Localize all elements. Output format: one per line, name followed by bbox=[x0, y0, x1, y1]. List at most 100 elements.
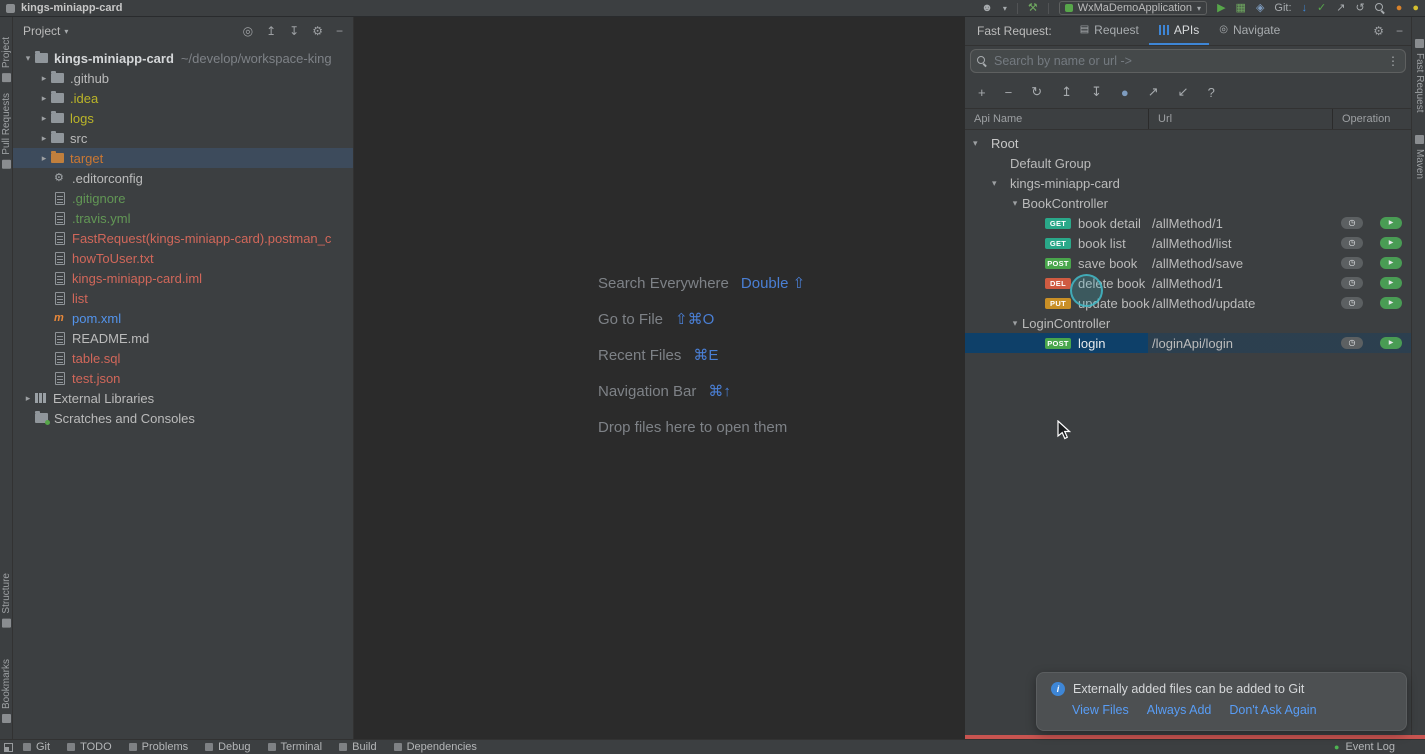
tree-row[interactable]: FastRequest(kings-miniapp-card).postman_… bbox=[13, 228, 353, 248]
stub-build[interactable]: Build bbox=[339, 741, 377, 753]
tree-row-external-libraries[interactable]: ▸ External Libraries bbox=[13, 388, 353, 408]
tree-row-scratches[interactable]: Scratches and Consoles bbox=[13, 408, 353, 428]
tree-row[interactable]: ▸ .github bbox=[13, 68, 353, 88]
refresh-button[interactable]: ↻ bbox=[1031, 84, 1042, 100]
git-commit-icon[interactable]: ✓ bbox=[1317, 2, 1326, 14]
tree-row[interactable]: kings-miniapp-card.iml bbox=[13, 268, 353, 288]
project-view-selector[interactable]: Project bbox=[23, 24, 60, 38]
sync-status-icon[interactable]: ● bbox=[1396, 2, 1403, 14]
api-tree-row-controller[interactable]: ▾ LoginController bbox=[965, 313, 1411, 333]
send-request-button[interactable]: ▶ bbox=[1380, 297, 1402, 309]
stub-terminal[interactable]: Terminal bbox=[267, 741, 322, 753]
chevron-down-icon[interactable]: ▾ bbox=[971, 138, 991, 149]
chevron-right-icon[interactable]: ▸ bbox=[37, 93, 51, 104]
remove-button[interactable]: − bbox=[1005, 85, 1013, 100]
api-row[interactable]: POST save book /allMethod/save ◷ ▶ bbox=[965, 253, 1411, 273]
tree-row[interactable]: table.sql bbox=[13, 348, 353, 368]
chevron-right-icon[interactable]: ▸ bbox=[37, 73, 51, 84]
tab-request[interactable]: ▤ Request bbox=[1070, 17, 1149, 45]
add-button[interactable]: + bbox=[978, 85, 986, 100]
kebab-menu-icon[interactable]: ⋮ bbox=[1387, 54, 1399, 68]
stub-todo[interactable]: TODO bbox=[67, 741, 112, 753]
sidebar-item-pull-requests[interactable]: Pull Requests bbox=[1, 93, 12, 169]
chevron-right-icon[interactable]: ▸ bbox=[37, 113, 51, 124]
tree-row-selected[interactable]: ▸ target bbox=[13, 148, 353, 168]
always-add-link[interactable]: Always Add bbox=[1147, 703, 1212, 717]
sidebar-item-project[interactable]: Project bbox=[1, 37, 12, 83]
column-header-operation[interactable]: Operation bbox=[1332, 109, 1411, 129]
search-input[interactable] bbox=[994, 54, 1381, 68]
settings-gear-icon[interactable]: ⚙ bbox=[1373, 24, 1384, 38]
toolwindow-toggle-icon[interactable] bbox=[4, 742, 13, 752]
send-request-button[interactable]: ▶ bbox=[1380, 257, 1402, 269]
tree-row[interactable]: .gitignore bbox=[13, 188, 353, 208]
tree-row[interactable]: .travis.yml bbox=[13, 208, 353, 228]
hide-panel-button[interactable]: − bbox=[336, 24, 343, 38]
debug-icon[interactable]: ◈ bbox=[1256, 2, 1264, 14]
collapse-all-button[interactable]: ↧ bbox=[1091, 84, 1102, 100]
expand-all-button[interactable]: ↥ bbox=[1061, 84, 1072, 100]
send-request-button[interactable]: ▶ bbox=[1380, 237, 1402, 249]
sidebar-item-bookmarks[interactable]: Bookmarks bbox=[1, 659, 12, 724]
view-files-link[interactable]: View Files bbox=[1072, 703, 1129, 717]
export-button[interactable]: ↗ bbox=[1148, 84, 1159, 100]
tab-navigate[interactable]: ◎ Navigate bbox=[1209, 17, 1290, 45]
dont-ask-again-link[interactable]: Don't Ask Again bbox=[1229, 703, 1316, 717]
collapse-all-button[interactable]: ↧ bbox=[289, 24, 299, 38]
sidebar-item-structure[interactable]: Structure bbox=[1, 573, 12, 628]
chevron-down-icon[interactable]: ▾ bbox=[1003, 4, 1007, 13]
chevron-right-icon[interactable]: ▸ bbox=[37, 133, 51, 144]
settings-gear-icon[interactable]: ⚙ bbox=[312, 24, 323, 38]
send-request-button[interactable]: ▶ bbox=[1380, 277, 1402, 289]
api-row[interactable]: PUT update book /allMethod/update ◷ ▶ bbox=[965, 293, 1411, 313]
history-button[interactable]: ◷ bbox=[1341, 237, 1363, 249]
sidebar-item-maven[interactable]: Maven bbox=[1414, 135, 1425, 179]
app-menu-icon[interactable] bbox=[6, 3, 15, 13]
chevron-down-icon[interactable]: ▾ bbox=[1008, 198, 1022, 209]
rollback-icon[interactable]: ↺ bbox=[1355, 2, 1364, 14]
tree-row[interactable]: README.md bbox=[13, 328, 353, 348]
send-request-button[interactable]: ▶ bbox=[1380, 217, 1402, 229]
hide-panel-button[interactable]: − bbox=[1396, 24, 1403, 38]
api-row[interactable]: GET book list /allMethod/list ◷ ▶ bbox=[965, 233, 1411, 253]
column-header-url[interactable]: Url bbox=[1148, 109, 1332, 129]
filter-button[interactable]: ● bbox=[1121, 85, 1129, 100]
column-header-api-name[interactable]: Api Name bbox=[965, 109, 1148, 129]
tree-row[interactable]: ⚙ .editorconfig bbox=[13, 168, 353, 188]
history-button[interactable]: ◷ bbox=[1341, 337, 1363, 349]
tree-row[interactable]: m pom.xml bbox=[13, 308, 353, 328]
expand-all-button[interactable]: ↥ bbox=[266, 24, 276, 38]
stub-debug[interactable]: Debug bbox=[205, 741, 251, 753]
api-tree-row[interactable]: Default Group bbox=[965, 153, 1411, 173]
stub-git[interactable]: Git bbox=[23, 741, 50, 753]
chevron-down-icon[interactable]: ▾ bbox=[64, 27, 68, 36]
send-request-button[interactable]: ▶ bbox=[1380, 337, 1402, 349]
chevron-down-icon[interactable]: ▾ bbox=[990, 178, 1010, 189]
api-search-field[interactable]: ⋮ bbox=[970, 49, 1406, 73]
run-button[interactable]: ▶ bbox=[1217, 2, 1225, 14]
tree-row[interactable]: list bbox=[13, 288, 353, 308]
run-configuration-selector[interactable]: WxMaDemoApplication ▾ bbox=[1058, 1, 1208, 15]
git-push-icon[interactable]: ↗ bbox=[1336, 2, 1345, 14]
history-button[interactable]: ◷ bbox=[1341, 217, 1363, 229]
tree-row[interactable]: ▸ logs bbox=[13, 108, 353, 128]
import-button[interactable]: ↙ bbox=[1178, 84, 1189, 100]
build-hammer-icon[interactable]: ⚒ bbox=[1028, 2, 1038, 14]
api-tree-row-controller[interactable]: ▾ BookController bbox=[965, 193, 1411, 213]
chevron-right-icon[interactable]: ▸ bbox=[37, 153, 51, 164]
api-row[interactable]: GET book detail /allMethod/1 ◷ ▶ bbox=[965, 213, 1411, 233]
git-notification-balloon[interactable]: i Externally added files can be added to… bbox=[1036, 672, 1407, 731]
tree-row[interactable]: ▸ src bbox=[13, 128, 353, 148]
services-icon[interactable]: ▦ bbox=[1236, 2, 1246, 14]
sidebar-item-fast-request[interactable]: Fast Request bbox=[1414, 39, 1425, 112]
stub-event-log[interactable]: ● Event Log bbox=[1334, 741, 1395, 753]
search-icon[interactable] bbox=[1374, 2, 1386, 14]
stub-problems[interactable]: Problems bbox=[128, 741, 188, 753]
tab-apis[interactable]: APIs bbox=[1148, 17, 1210, 45]
history-button[interactable]: ◷ bbox=[1341, 297, 1363, 309]
chevron-down-icon[interactable]: ▾ bbox=[1008, 318, 1022, 329]
git-update-icon[interactable]: ↓ bbox=[1302, 2, 1308, 14]
tree-row[interactable]: howToUser.txt bbox=[13, 248, 353, 268]
api-tree-row-root[interactable]: ▾ Root bbox=[965, 133, 1411, 153]
history-button[interactable]: ◷ bbox=[1341, 257, 1363, 269]
